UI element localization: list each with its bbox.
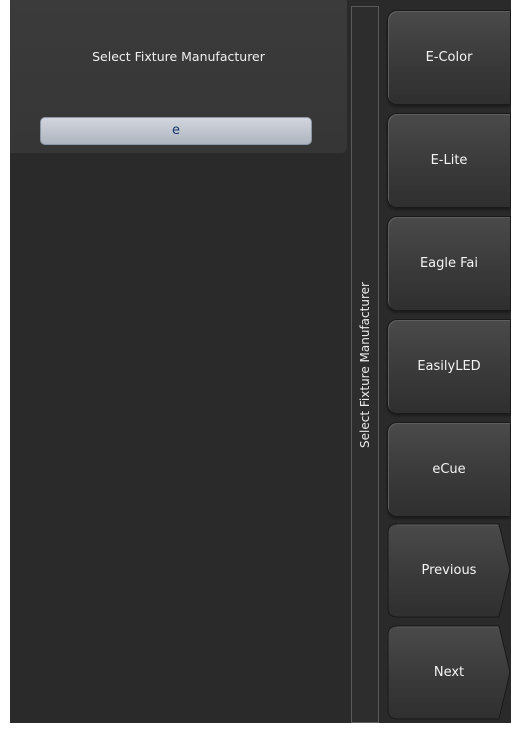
softkey-group-label: Select Fixture Manufacturer [351,6,379,723]
softkey-label: eCue [432,462,466,477]
previous-page-button[interactable]: Previous [387,523,511,618]
next-page-button[interactable]: Next [387,625,511,720]
softkey-label: Eagle Fai [419,256,479,271]
fixture-manufacturer-panel: Select Fixture Manufacturer e [10,0,347,153]
softkey-label: EasilyLED [417,359,481,374]
softkey-ecue[interactable]: eCue [387,422,511,517]
softkey-easilyled[interactable]: EasilyLED [387,319,511,414]
softkey-label: Next [433,665,465,680]
softkey-label: E-Color [425,50,473,65]
softkey-label: E-Lite [430,153,468,168]
console-screen: Select Fixture Manufacturer e Select Fix… [10,0,511,723]
softkey-e-color[interactable]: E-Color [387,10,511,105]
softkey-e-lite[interactable]: E-Lite [387,113,511,208]
softkey-label: Previous [421,563,477,578]
manufacturer-search-input[interactable]: e [40,117,312,145]
softkey-eagle-fai[interactable]: Eagle Fai [387,216,511,311]
softkey-group-title: Select Fixture Manufacturer [358,281,372,448]
panel-title: Select Fixture Manufacturer [92,49,265,64]
